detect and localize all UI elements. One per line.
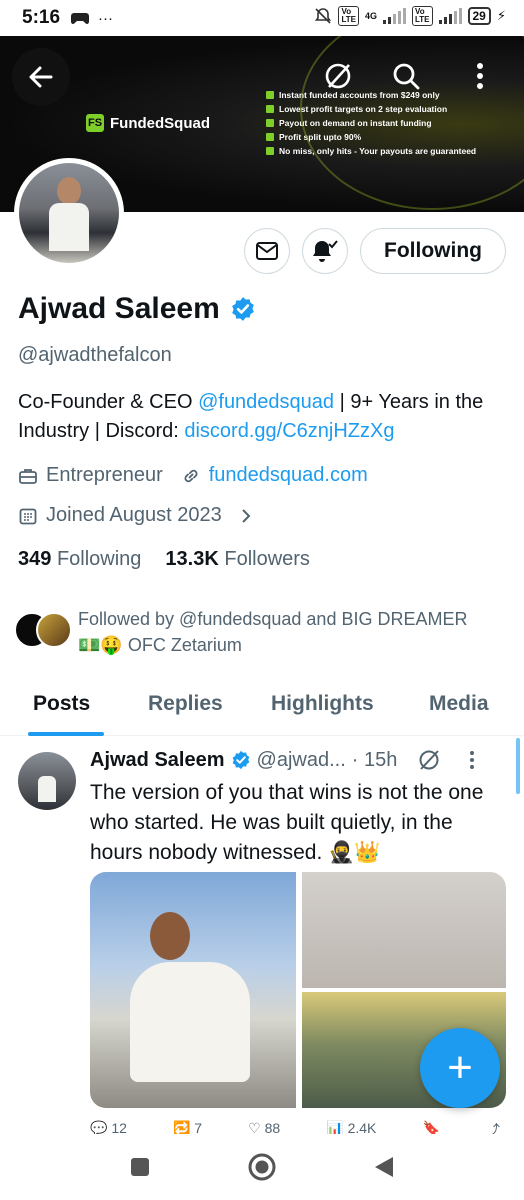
battery-level: 29 xyxy=(467,7,491,25)
reply-action[interactable]: 💬 12 xyxy=(90,1120,127,1134)
post-author-handle: @ajwad... xyxy=(256,748,346,771)
compose-post-button[interactable]: + xyxy=(420,1028,500,1108)
home-circle-icon[interactable] xyxy=(247,1152,277,1182)
followed-by-avatars xyxy=(14,612,72,652)
game-controller-icon xyxy=(71,13,90,24)
followers-stat[interactable]: 13.3K Followers xyxy=(165,548,310,571)
repost-action[interactable]: 🔁 7 xyxy=(173,1120,202,1134)
more-notifications-icon: ··· xyxy=(98,9,114,27)
volte-icon-2: Vo LTE xyxy=(411,6,433,26)
mention-link[interactable]: @fundedsquad xyxy=(198,391,334,413)
profile-joined: Joined August 2023 xyxy=(46,504,222,526)
banner-feature: Payout on demand on instant funding xyxy=(266,116,476,130)
followed-by[interactable]: Followed by @fundedsquad and BIG DREAMER… xyxy=(14,606,467,658)
charging-icon: ⚡ xyxy=(496,8,506,23)
signal-icon xyxy=(382,8,406,24)
profile-joined-row[interactable]: Joined August 2023 xyxy=(18,504,256,527)
grok-icon[interactable] xyxy=(417,748,441,772)
share-action[interactable]: ⤴ xyxy=(486,1120,500,1134)
profile-avatar[interactable] xyxy=(14,158,124,268)
post-text: The version of you that wins is not the … xyxy=(90,781,484,864)
bookmark-action[interactable]: 🔖 xyxy=(422,1120,439,1134)
tab-replies[interactable]: Replies xyxy=(148,692,223,716)
verified-badge-icon xyxy=(232,750,249,770)
back-button[interactable] xyxy=(12,48,70,106)
post-image-skyline[interactable] xyxy=(302,872,506,988)
checkbox-icon xyxy=(266,105,274,113)
profile-name-row: Ajwad Saleem xyxy=(18,292,256,326)
following-stat[interactable]: 349 Following xyxy=(18,548,141,571)
scroll-indicator xyxy=(516,738,520,794)
like-action[interactable]: ♡ 88 xyxy=(248,1120,280,1134)
followed-by-line-1: Followed by @fundedsquad and BIG DREAMER xyxy=(78,609,468,629)
4g-icon: 4G xyxy=(364,11,377,21)
vertical-dots-icon xyxy=(477,63,483,89)
followed-by-line-2: 💵🤑 OFC Zetarium xyxy=(78,635,242,655)
status-bar: 5:16 ··· Vo LTE 4G Vo LTE 29 ⚡ xyxy=(0,0,524,36)
tab-highlights[interactable]: Highlights xyxy=(271,692,374,716)
signal-icon-2 xyxy=(438,8,462,24)
profile-handle: @ajwadthefalcon xyxy=(18,344,172,366)
banner-brand-name: FundedSquad xyxy=(110,114,210,132)
post-time: · 15h xyxy=(351,748,398,771)
verified-badge-icon xyxy=(231,297,254,321)
profile-tabs: Posts Replies Highlights Media xyxy=(0,682,524,736)
banner-feature: Profit split upto 90% xyxy=(266,130,476,144)
calendar-icon xyxy=(19,508,37,524)
banner-feature: Instant funded accounts from $249 only xyxy=(266,88,476,102)
banner-feature: No miss, only hits - Your payouts are gu… xyxy=(266,144,476,158)
profile-category: Entrepreneur xyxy=(46,464,163,486)
system-nav-bar xyxy=(0,1134,524,1200)
checkbox-icon xyxy=(266,147,274,155)
chevron-right-icon xyxy=(241,508,251,523)
post-more-icon[interactable] xyxy=(469,750,475,770)
status-time: 5:16 xyxy=(22,7,61,28)
discord-link[interactable]: discord.gg/C6znjHZzXg xyxy=(184,420,394,442)
recents-square-icon[interactable] xyxy=(129,1156,151,1178)
search-icon xyxy=(393,63,420,90)
banner-feature-list: Instant funded accounts from $249 only L… xyxy=(266,88,476,158)
briefcase-icon xyxy=(19,468,37,484)
follow-stats: 349 Following 13.3K Followers xyxy=(18,548,310,571)
profile-website-link[interactable]: fundedsquad.com xyxy=(209,464,368,487)
profile-name: Ajwad Saleem xyxy=(18,292,220,325)
envelope-icon xyxy=(256,242,278,260)
checkbox-icon xyxy=(266,133,274,141)
tab-posts[interactable]: Posts xyxy=(33,692,90,716)
post-header: Ajwad Saleem @ajwad... · 15h xyxy=(90,748,475,772)
post-author-name[interactable]: Ajwad Saleem xyxy=(90,749,225,772)
arrow-left-icon xyxy=(29,66,53,88)
more-options-button[interactable] xyxy=(460,56,500,96)
message-button[interactable] xyxy=(244,228,290,274)
bigdreamer-avatar xyxy=(36,612,72,648)
bell-check-icon xyxy=(313,240,338,262)
notifications-button[interactable] xyxy=(302,228,348,274)
post-actions: 💬 12 🔁 7 ♡ 88 📊 2.4K 🔖 ⤴ xyxy=(90,1120,500,1134)
fundedsquad-logo-icon: FS xyxy=(86,114,104,132)
profile-meta-row: Entrepreneur fundedsquad.com xyxy=(18,464,368,487)
search-button[interactable] xyxy=(386,56,426,96)
banner-feature: Lowest profit targets on 2 step evaluati… xyxy=(266,102,476,116)
following-button[interactable]: Following xyxy=(360,228,506,274)
back-triangle-icon[interactable] xyxy=(373,1155,395,1179)
profile-bio: Co-Founder & CEO @fundedsquad | 9+ Years… xyxy=(18,391,484,442)
banner-brand: FS FundedSquad xyxy=(86,114,210,132)
post-image-portrait[interactable] xyxy=(90,872,296,1108)
tab-media[interactable]: Media xyxy=(429,692,489,716)
link-icon xyxy=(184,469,198,482)
grok-button[interactable] xyxy=(318,56,358,96)
checkbox-icon xyxy=(266,91,274,99)
post-avatar[interactable] xyxy=(18,752,76,810)
active-tab-indicator xyxy=(28,732,104,736)
checkbox-icon xyxy=(266,119,274,127)
grok-icon xyxy=(325,63,351,89)
avatar-photo xyxy=(19,163,119,263)
volte-icon: Vo LTE xyxy=(338,6,359,26)
views-action[interactable]: 📊 2.4K xyxy=(326,1120,376,1134)
mute-bell-icon xyxy=(315,8,332,24)
